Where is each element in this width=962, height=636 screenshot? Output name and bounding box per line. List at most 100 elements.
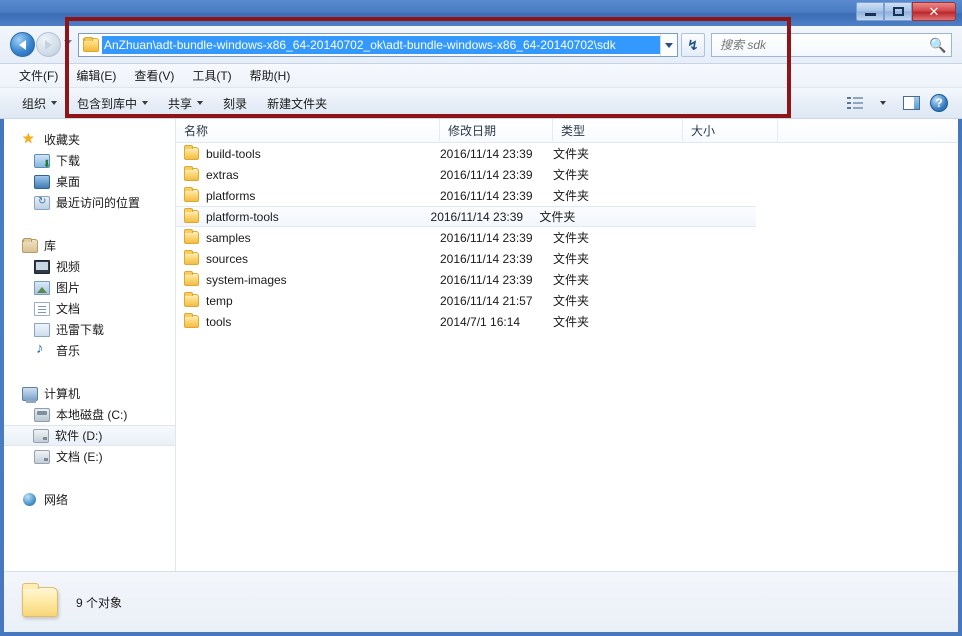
sidebar-item-libraries[interactable]: 库 bbox=[4, 235, 175, 256]
menu-item-view[interactable]: 查看(V) bbox=[125, 65, 183, 86]
sidebar-item-local-disk-c[interactable]: 本地磁盘 (C:) bbox=[4, 404, 175, 425]
preview-pane-button[interactable] bbox=[900, 93, 922, 113]
column-header-type[interactable]: 类型 bbox=[553, 118, 683, 143]
list-view-icon bbox=[847, 97, 863, 109]
toolbar-new-folder-label: 新建文件夹 bbox=[267, 96, 328, 111]
chevron-down-icon bbox=[665, 42, 673, 48]
drive-icon bbox=[34, 449, 50, 464]
sidebar-item-documents[interactable]: 文档 bbox=[4, 298, 175, 319]
sidebar-item-computer[interactable]: 计算机 bbox=[4, 383, 175, 404]
sidebar-item-favorites[interactable]: 收藏夹 bbox=[4, 129, 175, 150]
address-dropdown-button[interactable] bbox=[660, 34, 677, 56]
sidebar-item-drive-e[interactable]: 文档 (E:) bbox=[4, 446, 175, 467]
sidebar-label: 文档 bbox=[56, 302, 81, 316]
folder-icon bbox=[184, 292, 199, 307]
sidebar-item-recent-places[interactable]: 最近访问的位置 bbox=[4, 192, 175, 213]
window-controls: ✕ bbox=[856, 2, 956, 21]
forward-button[interactable] bbox=[36, 32, 61, 57]
column-header-size[interactable]: 大小 bbox=[683, 118, 778, 143]
table-row[interactable]: samples 2016/11/14 23:39 文件夹 bbox=[176, 227, 958, 248]
file-date-cell: 2016/11/14 23:39 bbox=[430, 209, 524, 224]
sidebar-label: 最近访问的位置 bbox=[56, 196, 141, 210]
file-name-cell: system-images bbox=[176, 271, 440, 287]
sidebar-item-network[interactable]: 网络 bbox=[4, 489, 175, 510]
help-icon: ? bbox=[930, 94, 948, 112]
file-date-cell: 2016/11/14 23:39 bbox=[440, 167, 533, 182]
table-row[interactable]: tools 2014/7/1 16:14 文件夹 bbox=[176, 311, 958, 332]
chevron-down-icon bbox=[142, 101, 149, 105]
view-mode-button[interactable] bbox=[844, 93, 866, 113]
sidebar-item-thunder-download[interactable]: 迅雷下载 bbox=[4, 319, 175, 340]
search-input[interactable] bbox=[712, 38, 925, 52]
toolbar-share-label: 共享 bbox=[168, 96, 193, 111]
history-dropdown-icon[interactable] bbox=[64, 40, 72, 45]
address-path-text[interactable]: AnZhuan\adt-bundle-windows-x86_64-201407… bbox=[102, 36, 660, 54]
sidebar-item-pictures[interactable]: 图片 bbox=[4, 277, 175, 298]
folder-icon bbox=[184, 250, 199, 265]
refresh-button[interactable]: ↯ bbox=[681, 33, 705, 57]
file-name-cell: sources bbox=[176, 250, 440, 266]
file-type-cell: 文件夹 bbox=[553, 189, 590, 203]
file-type-cell: 文件夹 bbox=[553, 315, 590, 329]
file-name-text: temp bbox=[206, 293, 233, 308]
toolbar-share-button[interactable]: 共享 bbox=[158, 92, 213, 115]
folder-icon bbox=[184, 229, 199, 244]
sidebar-label: 音乐 bbox=[56, 344, 81, 358]
table-row[interactable]: system-images 2016/11/14 23:39 文件夹 bbox=[176, 269, 958, 290]
menu-item-edit[interactable]: 编辑(E) bbox=[67, 65, 125, 86]
sidebar-label: 软件 (D:) bbox=[55, 429, 103, 443]
back-button[interactable] bbox=[10, 32, 35, 57]
minimize-button[interactable] bbox=[856, 2, 884, 21]
file-name-text: build-tools bbox=[206, 146, 261, 161]
sidebar-item-downloads[interactable]: 下载 bbox=[4, 150, 175, 171]
column-header-row: 名称 修改日期 类型 大小 bbox=[176, 118, 958, 143]
search-icon[interactable]: 🔍 bbox=[925, 37, 951, 54]
close-button[interactable]: ✕ bbox=[912, 2, 956, 21]
menu-item-help[interactable]: 帮助(H) bbox=[241, 65, 300, 86]
status-item-count: 9 个对象 bbox=[76, 595, 123, 610]
file-date-cell: 2014/7/1 16:14 bbox=[440, 314, 521, 329]
sidebar-item-drive-d[interactable]: 软件 (D:) bbox=[4, 425, 175, 446]
table-row[interactable]: platform-tools 2016/11/14 23:39 文件夹 bbox=[176, 206, 756, 227]
file-date-cell: 2016/11/14 23:39 bbox=[440, 230, 533, 245]
forward-arrow-icon bbox=[45, 39, 52, 50]
table-row[interactable]: extras 2016/11/14 23:39 文件夹 bbox=[176, 164, 958, 185]
column-header-date[interactable]: 修改日期 bbox=[440, 118, 553, 143]
file-rows-container: build-tools 2016/11/14 23:39 文件夹 extras … bbox=[176, 143, 958, 332]
sidebar-item-videos[interactable]: 视频 bbox=[4, 256, 175, 277]
toolbar-include-in-library-button[interactable]: 包含到库中 bbox=[67, 92, 158, 115]
preview-pane-icon bbox=[902, 96, 920, 110]
table-row[interactable]: build-tools 2016/11/14 23:39 文件夹 bbox=[176, 143, 958, 164]
folder-icon bbox=[184, 187, 199, 202]
search-box[interactable]: 🔍 bbox=[711, 33, 952, 57]
folder-icon bbox=[184, 313, 199, 328]
folder-icon bbox=[22, 583, 58, 617]
column-header-name[interactable]: 名称 bbox=[176, 118, 440, 143]
table-row[interactable]: temp 2016/11/14 21:57 文件夹 bbox=[176, 290, 958, 311]
file-list-pane: 名称 修改日期 类型 大小 build-tools 2016/11/14 23:… bbox=[176, 118, 958, 571]
toolbar-burn-button[interactable]: 刻录 bbox=[213, 92, 257, 115]
toolbar-organize-button[interactable]: 组织 bbox=[12, 92, 67, 115]
document-icon bbox=[34, 301, 50, 316]
file-name-text: tools bbox=[206, 314, 232, 329]
help-button[interactable]: ? bbox=[928, 93, 950, 113]
table-row[interactable]: sources 2016/11/14 23:39 文件夹 bbox=[176, 248, 958, 269]
sidebar-item-desktop[interactable]: 桌面 bbox=[4, 171, 175, 192]
sidebar-label: 收藏夹 bbox=[44, 133, 81, 147]
maximize-button[interactable] bbox=[884, 2, 912, 21]
menu-item-tools[interactable]: 工具(T) bbox=[183, 65, 240, 86]
menu-item-file[interactable]: 文件(F) bbox=[10, 65, 67, 86]
file-name-text: platforms bbox=[206, 188, 256, 203]
sidebar-group-computer: 计算机 本地磁盘 (C:) 软件 (D:) 文档 (E:) bbox=[4, 383, 175, 467]
table-row[interactable]: platforms 2016/11/14 23:39 文件夹 bbox=[176, 185, 958, 206]
view-mode-dropdown-button[interactable] bbox=[872, 93, 894, 113]
sidebar-item-music[interactable]: 音乐 bbox=[4, 340, 175, 361]
minimize-icon bbox=[864, 13, 876, 16]
sidebar-label: 下载 bbox=[56, 154, 81, 168]
toolbar-new-folder-button[interactable]: 新建文件夹 bbox=[257, 92, 337, 115]
sidebar-label: 文档 (E:) bbox=[56, 450, 103, 464]
address-bar[interactable]: AnZhuan\adt-bundle-windows-x86_64-201407… bbox=[78, 33, 678, 57]
